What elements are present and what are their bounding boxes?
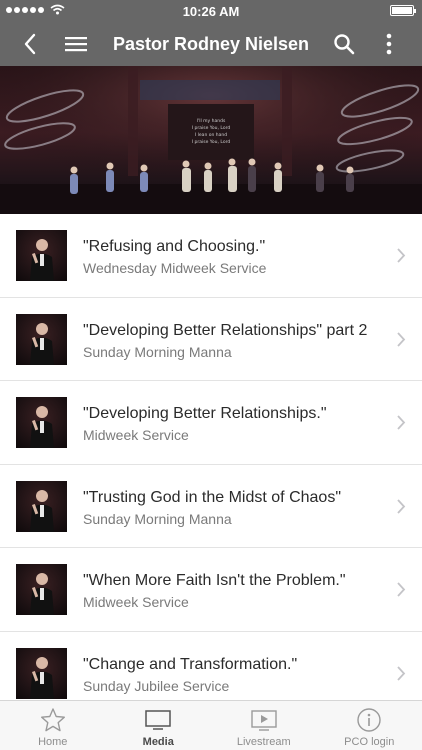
tab-home[interactable]: Home [0,701,106,750]
search-button[interactable] [328,28,360,60]
sermon-thumbnail [16,397,67,448]
sermon-title: "Change and Transformation." [83,655,298,673]
service-name: Midweek Service [83,427,189,443]
list-item[interactable]: "Developing Better Relationships." Midwe… [0,381,422,465]
search-icon [334,34,355,55]
sermon-title: "Trusting God in the Midst of Chaos" [83,488,341,506]
tab-label: Media [142,736,174,748]
sermon-thumbnail [16,313,67,365]
sermon-title: "Developing Better Relationships" part 2 [83,321,368,339]
screen-line: I lean on hand [195,132,227,138]
chevron-right-icon [397,415,406,430]
list-item[interactable]: "Developing Better Relationships" part 2… [0,297,422,381]
list-item[interactable]: "Refusing and Choosing." Wednesday Midwe… [0,214,422,298]
star-icon [40,708,65,732]
media-list: "Refusing and Choosing." Wednesday Midwe… [0,214,422,700]
tv-icon [145,710,171,730]
list-item[interactable]: "Change and Transformation." Sunday Jubi… [0,631,422,700]
chevron-right-icon [397,331,406,347]
tab-livestream[interactable]: Livestream [211,701,317,750]
list-item[interactable]: "Trusting God in the Midst of Chaos" Sun… [0,464,422,548]
screen-line: I praise You, Lord [192,125,231,131]
sermon-thumbnail [16,647,67,699]
more-vertical-icon [386,33,392,55]
play-icon [251,710,277,731]
service-name: Midweek Service [83,594,189,610]
chevron-right-icon [397,582,406,597]
screen-line: I praise You, Lord [192,139,231,145]
status-bar: 10:26 AM [0,0,422,22]
chevron-right-icon [397,498,406,514]
status-time: 10:26 AM [182,4,240,19]
battery-icon [390,5,416,16]
list-item[interactable]: "When More Faith Isn't the Problem." Mid… [0,548,422,632]
service-name: Sunday Morning Manna [83,343,232,360]
service-name: Sunday Morning Manna [83,510,232,527]
tab-media[interactable]: Media [106,701,212,750]
tab-label: PCO login [344,736,395,748]
screen-line: I'll my hands [197,118,226,124]
chevron-right-icon [397,665,406,681]
hero-image: I'll my hands I praise You, Lord I lean … [0,66,422,214]
service-name: Sunday Jubilee Service [83,677,230,694]
more-button[interactable] [373,28,405,60]
tab-label: Home [38,736,68,748]
sermon-thumbnail [16,230,67,281]
info-icon [357,708,381,732]
sermon-title: "Refusing and Choosing." [83,238,266,255]
sermon-thumbnail [16,480,67,532]
sermon-title: "Developing Better Relationships." [83,405,327,422]
sermon-title: "When More Faith Isn't the Problem." [83,572,346,589]
chevron-right-icon [397,248,406,263]
tab-label: Livestream [236,736,291,748]
service-name: Wednesday Midweek Service [83,260,267,276]
worship-stage-image: I'll my hands I praise You, Lord I lean … [0,66,422,214]
nav-bar: Pastor Rodney Nielsen [0,22,422,66]
tab-pco-login[interactable]: PCO login [317,701,422,750]
tab-bar: Home Media Livestream PCO login [0,700,422,750]
sermon-thumbnail [16,564,67,615]
